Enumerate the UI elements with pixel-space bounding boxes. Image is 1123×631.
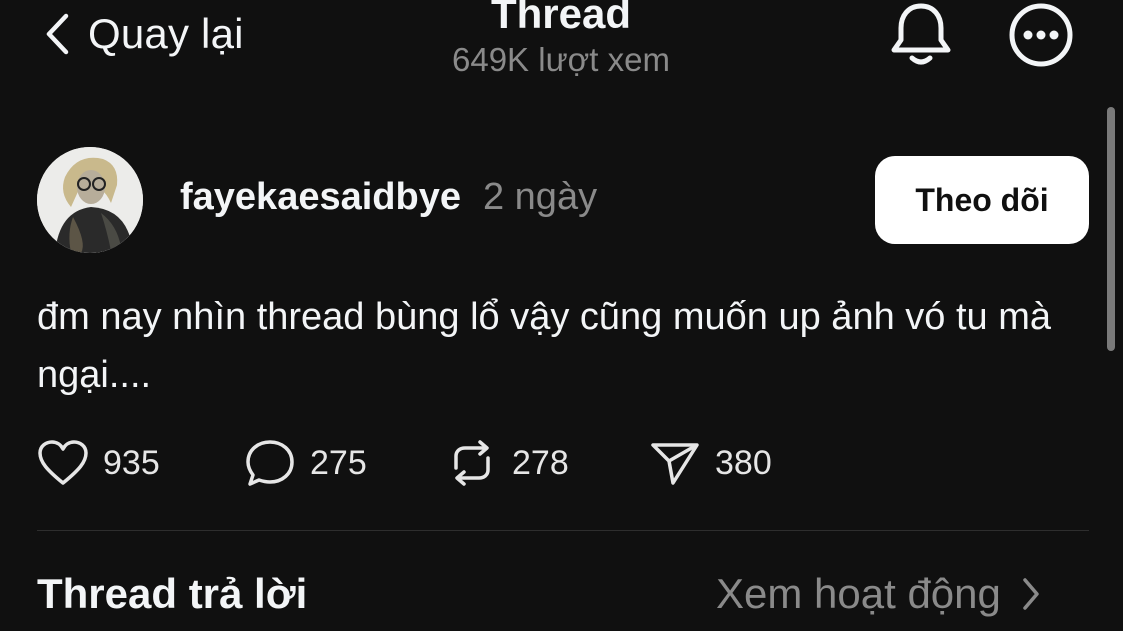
username[interactable]: fayekaesaidbye (180, 176, 461, 219)
follow-button[interactable]: Theo dõi (875, 156, 1089, 244)
chevron-right-icon (1023, 578, 1039, 610)
bell-icon (891, 3, 951, 65)
view-activity-link[interactable]: Xem hoạt động (716, 570, 1041, 618)
author-meta: fayekaesaidbye 2 ngày (180, 176, 597, 219)
view-count: 649K lượt xem (452, 41, 670, 78)
divider (37, 530, 1089, 531)
header-center: Thread 649K lượt xem (361, 0, 761, 80)
scrollbar[interactable] (1107, 107, 1115, 351)
notification-button[interactable] (886, 0, 956, 68)
post-time: 2 ngày (482, 176, 598, 218)
page-title: Thread (490, 0, 632, 37)
heart-icon (38, 440, 88, 485)
view-activity-label: Xem hoạt động (716, 570, 1001, 617)
repost-button[interactable]: 278 (446, 436, 569, 490)
back-label: Quay lại (88, 10, 244, 57)
post-text: đm nay nhìn thread bùng lổ vậy cũng muốn… (37, 296, 1051, 396)
chevron-left-icon (46, 13, 69, 55)
repost-count: 278 (512, 443, 569, 482)
comment-icon (246, 440, 294, 486)
more-options-button[interactable] (1006, 2, 1076, 68)
replies-title: Thread trả lời (37, 570, 308, 617)
thread-screen: Quay lại Thread 649K lượt xem fayekaesai… (0, 0, 1123, 631)
share-count: 380 (715, 443, 772, 482)
share-button[interactable]: 380 (649, 436, 772, 490)
like-count: 935 (103, 443, 160, 482)
more-icon (1009, 3, 1073, 67)
back-button[interactable]: Quay lại (44, 8, 244, 60)
comment-count: 275 (310, 443, 367, 482)
like-button[interactable]: 935 (37, 436, 160, 490)
comment-button[interactable]: 275 (244, 436, 367, 490)
avatar[interactable] (37, 147, 143, 253)
repost-icon (454, 440, 490, 486)
send-icon (651, 443, 699, 485)
